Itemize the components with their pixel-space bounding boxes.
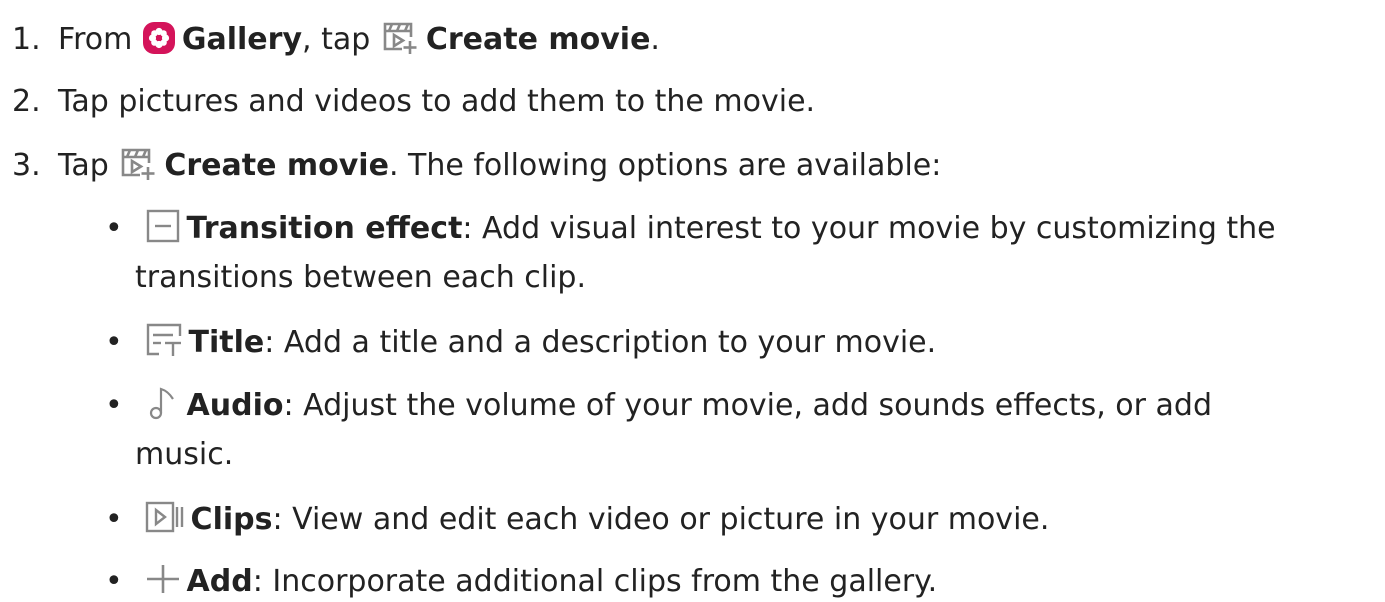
bullet: • [105, 388, 123, 423]
option-label: Add [186, 564, 253, 599]
option-description: : Add a title and a description to your … [264, 325, 937, 360]
step-text: . The following options are available: [388, 148, 942, 183]
bullet: • [105, 325, 123, 360]
option-description: : View and edit each video or picture in… [272, 502, 1050, 537]
step-number: 3. [12, 148, 41, 183]
option-audio: • Audio: Adjust the volume of your movie… [105, 385, 1212, 425]
title-icon [145, 322, 183, 358]
add-icon [145, 561, 181, 597]
option-label: Audio [186, 388, 284, 423]
create-movie-icon [380, 19, 420, 55]
step-text: Tap [58, 148, 109, 183]
audio-icon [145, 385, 181, 421]
gallery-label: Gallery [181, 22, 303, 57]
option-label: Transition effect [186, 211, 463, 246]
option-title: • Title: Add a title and a description t… [105, 322, 936, 362]
option-label: Clips [190, 502, 273, 537]
gallery-app-icon [142, 21, 176, 55]
step-number: 1. [12, 22, 41, 57]
option-description: : Incorporate additional clips from the … [252, 564, 938, 599]
clips-icon [145, 499, 185, 535]
transition-effect-icon [145, 208, 181, 244]
step-1: 1. From Gallery, tap Create movie. [12, 19, 660, 59]
option-description: : Adjust the volume of your movie, add s… [283, 388, 1213, 423]
create-movie-label: Create movie [164, 148, 389, 183]
option-label: Title [188, 325, 265, 360]
option-transition-effect: • Transition effect: Add visual interest… [105, 208, 1276, 248]
bullet: • [105, 502, 123, 537]
step-3: 3. Tap Create movie. The following option… [12, 145, 941, 185]
step-number: 2. [12, 84, 41, 119]
step-text: From [58, 22, 133, 57]
option-add: • Add: Incorporate additional clips from… [105, 561, 937, 601]
option-description-continued: music. [135, 437, 234, 472]
create-movie-label: Create movie [425, 22, 651, 57]
create-movie-icon [118, 145, 158, 181]
step-2: 2. Tap pictures and videos to add them to… [12, 82, 815, 122]
step-text: , tap [302, 22, 371, 57]
bullet: • [105, 564, 123, 599]
step-text: Tap pictures and videos to add them to t… [58, 84, 816, 119]
step-text: . [650, 22, 660, 57]
bullet: • [105, 211, 123, 246]
option-description-continued: transitions between each clip. [135, 260, 586, 295]
option-description: : Add visual interest to your movie by c… [462, 211, 1276, 246]
option-clips: • Clips: View and edit each video or pic… [105, 499, 1049, 539]
